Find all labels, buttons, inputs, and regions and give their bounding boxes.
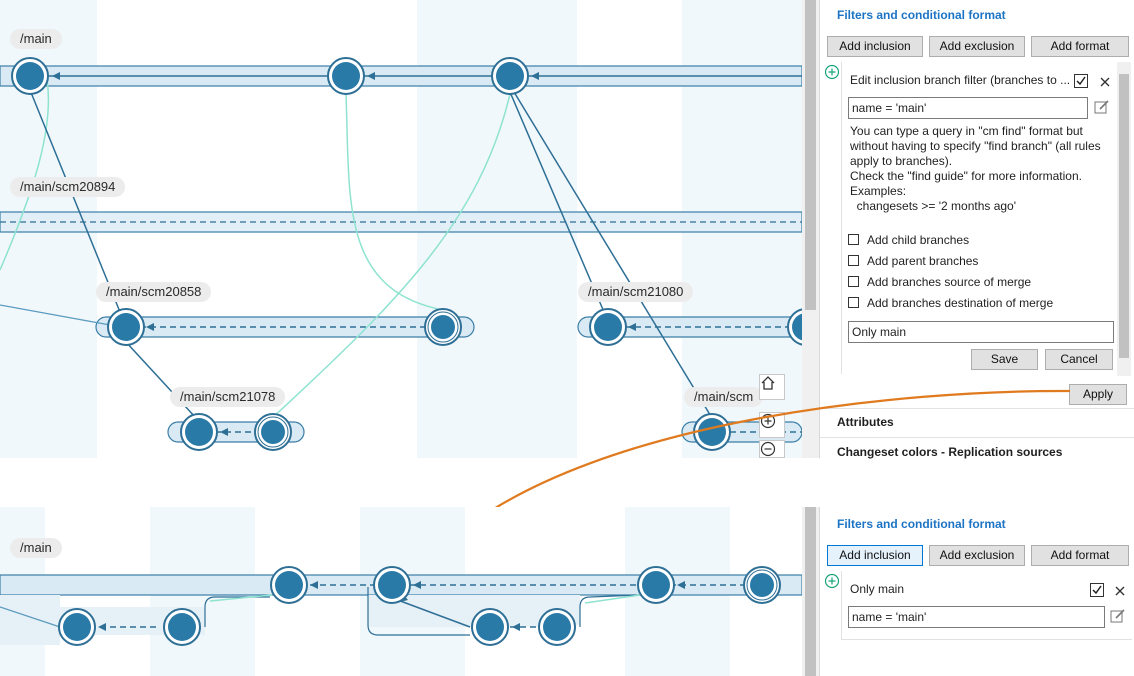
branch-label-scm20858[interactable]: /main/scm20858 <box>96 282 212 302</box>
add-exclusion-button[interactable]: Add exclusion <box>929 36 1025 57</box>
add-format-button[interactable]: Add format <box>1031 545 1129 566</box>
bottom-graph-canvas <box>0 507 802 676</box>
changeset-node-head[interactable] <box>424 308 462 346</box>
plus-circle-icon[interactable] <box>824 64 840 80</box>
add-parent-branches-checkbox[interactable] <box>848 255 859 266</box>
add-source-merge-label: Add branches source of merge <box>867 275 1032 289</box>
bottom-branch-explorer: /main <box>0 507 802 676</box>
branch-label-scm20894[interactable]: /main/scm20894 <box>10 177 126 197</box>
checked-checkbox-icon[interactable] <box>1090 583 1104 597</box>
filter-name-label: Only main <box>850 582 905 596</box>
changeset-node[interactable] <box>327 57 365 95</box>
close-icon[interactable] <box>1099 76 1111 88</box>
help-line: changesets >= '2 months ago' <box>850 199 1017 213</box>
panel-scrollbar-thumb[interactable] <box>1119 74 1129 358</box>
changeset-node[interactable] <box>107 308 145 346</box>
changeset-node[interactable] <box>11 57 49 95</box>
changeset-node[interactable] <box>270 566 308 604</box>
checked-checkbox-icon[interactable] <box>1074 74 1088 88</box>
branch-label-scm21078[interactable]: /main/scm21078 <box>170 387 286 407</box>
bottom-filters-panel: Filters and conditional format Add inclu… <box>819 507 1134 676</box>
cancel-button[interactable]: Cancel <box>1045 349 1113 370</box>
apply-button[interactable]: Apply <box>1069 384 1127 405</box>
add-destination-merge-checkbox[interactable] <box>848 297 859 308</box>
top-graph-canvas <box>0 0 802 458</box>
zoom-out-icon <box>760 441 776 457</box>
add-exclusion-button[interactable]: Add exclusion <box>929 545 1025 566</box>
close-icon[interactable] <box>1114 585 1126 597</box>
help-line: apply to branches). <box>850 154 953 168</box>
plus-circle-icon[interactable] <box>824 573 840 589</box>
changeset-node-head[interactable] <box>254 413 292 451</box>
branch-label-scm-partial[interactable]: /main/scm <box>684 387 764 407</box>
branch-label-scm21080[interactable]: /main/scm21080 <box>578 282 694 302</box>
changeset-node[interactable] <box>538 608 576 646</box>
changeset-node[interactable] <box>163 608 201 646</box>
top-branch-explorer: /main /main/scm20894 /main/scm20858 /mai… <box>0 0 802 458</box>
divider <box>820 437 1134 438</box>
attributes-section[interactable]: Attributes <box>837 415 894 429</box>
changeset-colors-section[interactable]: Changeset colors - Replication sources <box>837 445 1062 459</box>
inclusion-filter-item: Only main name = 'main' <box>841 571 1132 640</box>
add-format-button[interactable]: Add format <box>1031 36 1129 57</box>
scrollbar-thumb[interactable] <box>805 0 816 310</box>
edit-icon[interactable] <box>1110 608 1126 624</box>
help-line: Check the "find guide" for more informat… <box>850 169 1082 183</box>
edit-filter-header: Edit inclusion branch filter (branches t… <box>850 73 1071 87</box>
home-button[interactable] <box>759 374 785 400</box>
add-child-branches-checkbox[interactable] <box>848 234 859 245</box>
changeset-node[interactable] <box>693 413 731 451</box>
help-line: You can type a query in "cm find" format… <box>850 124 1083 138</box>
changeset-node[interactable] <box>373 566 411 604</box>
home-icon <box>761 376 775 390</box>
help-line: without having to specify "find branch" … <box>850 139 1101 153</box>
branch-region <box>0 595 60 645</box>
panel-title: Filters and conditional format <box>837 8 1006 22</box>
save-button[interactable]: Save <box>971 349 1038 370</box>
branch-label-main[interactable]: /main <box>10 538 62 558</box>
top-filters-panel: Filters and conditional format Add inclu… <box>819 0 1134 459</box>
changeset-node[interactable] <box>589 308 627 346</box>
graph-scrollbar[interactable] <box>802 507 819 676</box>
panel-title: Filters and conditional format <box>837 517 1006 531</box>
add-parent-branches-label: Add parent branches <box>867 254 979 268</box>
zoom-out-button[interactable] <box>759 440 785 458</box>
changeset-node[interactable] <box>180 413 218 451</box>
help-line: Examples: <box>850 184 907 198</box>
changeset-node[interactable] <box>491 57 529 95</box>
filter-name-input[interactable]: Only main <box>848 321 1114 343</box>
graph-scrollbar[interactable] <box>802 0 819 458</box>
help-text: You can type a query in "cm find" format… <box>850 124 1112 214</box>
branch-label-main[interactable]: /main <box>10 29 62 49</box>
scrollbar-thumb[interactable] <box>805 507 816 676</box>
query-input[interactable]: name = 'main' <box>848 97 1088 119</box>
query-input[interactable]: name = 'main' <box>848 606 1105 628</box>
edit-icon[interactable] <box>1094 99 1110 115</box>
changeset-node-head[interactable] <box>743 566 781 604</box>
filter-editor: Edit inclusion branch filter (branches t… <box>841 62 1118 374</box>
add-source-merge-checkbox[interactable] <box>848 276 859 287</box>
divider <box>820 408 1134 409</box>
add-inclusion-button[interactable]: Add inclusion <box>827 545 923 566</box>
zoom-in-icon <box>760 413 776 429</box>
zoom-in-button[interactable] <box>759 412 785 438</box>
changeset-node[interactable] <box>637 566 675 604</box>
add-inclusion-button[interactable]: Add inclusion <box>827 36 923 57</box>
changeset-node[interactable] <box>471 608 509 646</box>
panel-scrollbar[interactable] <box>1117 62 1131 376</box>
changeset-node[interactable] <box>58 608 96 646</box>
add-child-branches-label: Add child branches <box>867 233 970 247</box>
add-destination-merge-label: Add branches destination of merge <box>867 296 1054 310</box>
